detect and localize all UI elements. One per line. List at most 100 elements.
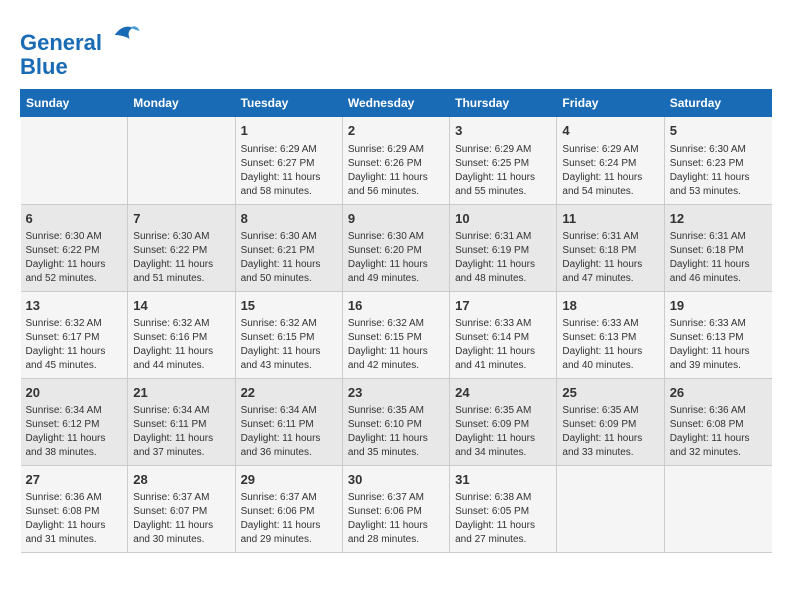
calendar-cell: 8Sunrise: 6:30 AM Sunset: 6:21 PM Daylig… — [235, 204, 342, 291]
day-number: 18 — [562, 297, 658, 315]
day-info: Sunrise: 6:31 AM Sunset: 6:18 PM Dayligh… — [670, 230, 767, 286]
calendar-cell: 1 Sunrise: 6:29 AM Sunset: 6:27 PM Daylig… — [235, 117, 342, 204]
calendar-cell: 15 Sunrise: 6:32 AM Sunset: 6:15 PM Dayli… — [235, 291, 342, 378]
calendar-cell: 12 Sunrise: 6:31 AM Sunset: 6:18 PM Dayli… — [664, 204, 771, 291]
day-info: Sunrise: 6:34 AM Sunset: 6:12 PM Dayligh… — [26, 404, 123, 460]
day-number: 4 — [562, 122, 658, 140]
day-info: Sunrise: 6:31 AM Sunset: 6:18 PM Dayligh… — [562, 230, 658, 286]
calendar-table: SundayMondayTuesdayWednesdayThursdayFrid… — [20, 89, 772, 553]
day-number: 6 — [26, 210, 123, 228]
calendar-week-3: 13 Sunrise: 6:32 AM Sunset: 6:17 PM Dayli… — [21, 291, 772, 378]
logo-bird-icon — [111, 20, 141, 50]
day-info: Sunrise: 6:35 AM Sunset: 6:10 PM Dayligh… — [348, 404, 444, 460]
day-info: Sunrise: 6:36 AM Sunset: 6:08 PM Dayligh… — [670, 404, 767, 460]
day-number: 7 — [133, 210, 229, 228]
day-info: Sunrise: 6:30 AM Sunset: 6:22 PM Dayligh… — [133, 230, 229, 286]
day-info: Sunrise: 6:37 AM Sunset: 6:06 PM Dayligh… — [348, 491, 444, 547]
day-info: Sunrise: 6:30 AM Sunset: 6:21 PM Dayligh… — [241, 230, 337, 286]
calendar-cell: 7 Sunrise: 6:30 AM Sunset: 6:22 PM Daylig… — [128, 204, 235, 291]
day-number: 27 — [26, 471, 123, 489]
day-number: 12 — [670, 210, 767, 228]
day-number: 26 — [670, 384, 767, 402]
calendar-body: 1 Sunrise: 6:29 AM Sunset: 6:27 PM Daylig… — [21, 117, 772, 553]
day-info: Sunrise: 6:35 AM Sunset: 6:09 PM Dayligh… — [562, 404, 658, 460]
day-info: Sunrise: 6:33 AM Sunset: 6:13 PM Dayligh… — [562, 317, 658, 373]
weekday-header-friday: Friday — [557, 90, 664, 117]
day-number: 11 — [562, 210, 658, 228]
weekday-header-wednesday: Wednesday — [342, 90, 449, 117]
weekday-header-tuesday: Tuesday — [235, 90, 342, 117]
day-number: 19 — [670, 297, 767, 315]
day-info: Sunrise: 6:32 AM Sunset: 6:15 PM Dayligh… — [241, 317, 337, 373]
calendar-cell: 26 Sunrise: 6:36 AM Sunset: 6:08 PM Dayli… — [664, 378, 771, 465]
calendar-cell: 16Sunrise: 6:32 AM Sunset: 6:15 PM Dayli… — [342, 291, 449, 378]
day-number: 30 — [348, 471, 444, 489]
calendar-cell: 6 Sunrise: 6:30 AM Sunset: 6:22 PM Daylig… — [21, 204, 128, 291]
calendar-week-4: 20 Sunrise: 6:34 AM Sunset: 6:12 PM Dayli… — [21, 378, 772, 465]
calendar-cell: 23 Sunrise: 6:35 AM Sunset: 6:10 PM Dayli… — [342, 378, 449, 465]
calendar-week-2: 6 Sunrise: 6:30 AM Sunset: 6:22 PM Daylig… — [21, 204, 772, 291]
day-info: Sunrise: 6:34 AM Sunset: 6:11 PM Dayligh… — [241, 404, 337, 460]
day-number: 17 — [455, 297, 551, 315]
day-number: 2 — [348, 122, 444, 140]
calendar-cell: 24Sunrise: 6:35 AM Sunset: 6:09 PM Dayli… — [450, 378, 557, 465]
calendar-cell: 18 Sunrise: 6:33 AM Sunset: 6:13 PM Dayli… — [557, 291, 664, 378]
day-info: Sunrise: 6:29 AM Sunset: 6:25 PM Dayligh… — [455, 143, 551, 199]
calendar-cell: 22 Sunrise: 6:34 AM Sunset: 6:11 PM Dayli… — [235, 378, 342, 465]
day-info: Sunrise: 6:32 AM Sunset: 6:16 PM Dayligh… — [133, 317, 229, 373]
day-number: 28 — [133, 471, 229, 489]
calendar-cell: 30 Sunrise: 6:37 AM Sunset: 6:06 PM Dayli… — [342, 466, 449, 553]
day-number: 22 — [241, 384, 337, 402]
calendar-cell: 17 Sunrise: 6:33 AM Sunset: 6:14 PM Dayli… — [450, 291, 557, 378]
day-info: Sunrise: 6:32 AM Sunset: 6:17 PM Dayligh… — [26, 317, 123, 373]
logo-blue: Blue — [20, 55, 141, 79]
weekday-header-row: SundayMondayTuesdayWednesdayThursdayFrid… — [21, 90, 772, 117]
day-number: 15 — [241, 297, 337, 315]
day-info: Sunrise: 6:29 AM Sunset: 6:27 PM Dayligh… — [241, 143, 337, 199]
day-info: Sunrise: 6:31 AM Sunset: 6:19 PM Dayligh… — [455, 230, 551, 286]
calendar-cell — [557, 466, 664, 553]
calendar-week-1: 1 Sunrise: 6:29 AM Sunset: 6:27 PM Daylig… — [21, 117, 772, 204]
calendar-cell: 5Sunrise: 6:30 AM Sunset: 6:23 PM Daylig… — [664, 117, 771, 204]
calendar-cell: 3 Sunrise: 6:29 AM Sunset: 6:25 PM Daylig… — [450, 117, 557, 204]
weekday-header-monday: Monday — [128, 90, 235, 117]
calendar-cell — [128, 117, 235, 204]
logo: General Blue — [20, 20, 141, 79]
day-number: 3 — [455, 122, 551, 140]
day-number: 31 — [455, 471, 551, 489]
day-info: Sunrise: 6:32 AM Sunset: 6:15 PM Dayligh… — [348, 317, 444, 373]
calendar-cell: 20 Sunrise: 6:34 AM Sunset: 6:12 PM Dayli… — [21, 378, 128, 465]
day-info: Sunrise: 6:29 AM Sunset: 6:26 PM Dayligh… — [348, 143, 444, 199]
calendar-cell: 31Sunrise: 6:38 AM Sunset: 6:05 PM Dayli… — [450, 466, 557, 553]
calendar-week-5: 27 Sunrise: 6:36 AM Sunset: 6:08 PM Dayli… — [21, 466, 772, 553]
day-number: 1 — [241, 122, 337, 140]
calendar-cell: 14 Sunrise: 6:32 AM Sunset: 6:16 PM Dayli… — [128, 291, 235, 378]
calendar-cell: 19Sunrise: 6:33 AM Sunset: 6:13 PM Dayli… — [664, 291, 771, 378]
day-number: 13 — [26, 297, 123, 315]
day-number: 24 — [455, 384, 551, 402]
day-number: 20 — [26, 384, 123, 402]
day-number: 21 — [133, 384, 229, 402]
calendar-cell: 2 Sunrise: 6:29 AM Sunset: 6:26 PM Daylig… — [342, 117, 449, 204]
calendar-cell: 11 Sunrise: 6:31 AM Sunset: 6:18 PM Dayli… — [557, 204, 664, 291]
day-number: 9 — [348, 210, 444, 228]
day-info: Sunrise: 6:30 AM Sunset: 6:20 PM Dayligh… — [348, 230, 444, 286]
calendar-cell: 13 Sunrise: 6:32 AM Sunset: 6:17 PM Dayli… — [21, 291, 128, 378]
day-info: Sunrise: 6:36 AM Sunset: 6:08 PM Dayligh… — [26, 491, 123, 547]
calendar-cell: 29 Sunrise: 6:37 AM Sunset: 6:06 PM Dayli… — [235, 466, 342, 553]
day-info: Sunrise: 6:30 AM Sunset: 6:23 PM Dayligh… — [670, 143, 767, 199]
day-info: Sunrise: 6:37 AM Sunset: 6:06 PM Dayligh… — [241, 491, 337, 547]
day-number: 23 — [348, 384, 444, 402]
calendar-cell: 4Sunrise: 6:29 AM Sunset: 6:24 PM Daylig… — [557, 117, 664, 204]
calendar-cell: 28 Sunrise: 6:37 AM Sunset: 6:07 PM Dayli… — [128, 466, 235, 553]
weekday-header-thursday: Thursday — [450, 90, 557, 117]
calendar-cell — [664, 466, 771, 553]
day-info: Sunrise: 6:34 AM Sunset: 6:11 PM Dayligh… — [133, 404, 229, 460]
day-info: Sunrise: 6:37 AM Sunset: 6:07 PM Dayligh… — [133, 491, 229, 547]
weekday-header-sunday: Sunday — [21, 90, 128, 117]
day-info: Sunrise: 6:30 AM Sunset: 6:22 PM Dayligh… — [26, 230, 123, 286]
day-number: 14 — [133, 297, 229, 315]
day-info: Sunrise: 6:33 AM Sunset: 6:14 PM Dayligh… — [455, 317, 551, 373]
calendar-cell: 27 Sunrise: 6:36 AM Sunset: 6:08 PM Dayli… — [21, 466, 128, 553]
day-number: 29 — [241, 471, 337, 489]
